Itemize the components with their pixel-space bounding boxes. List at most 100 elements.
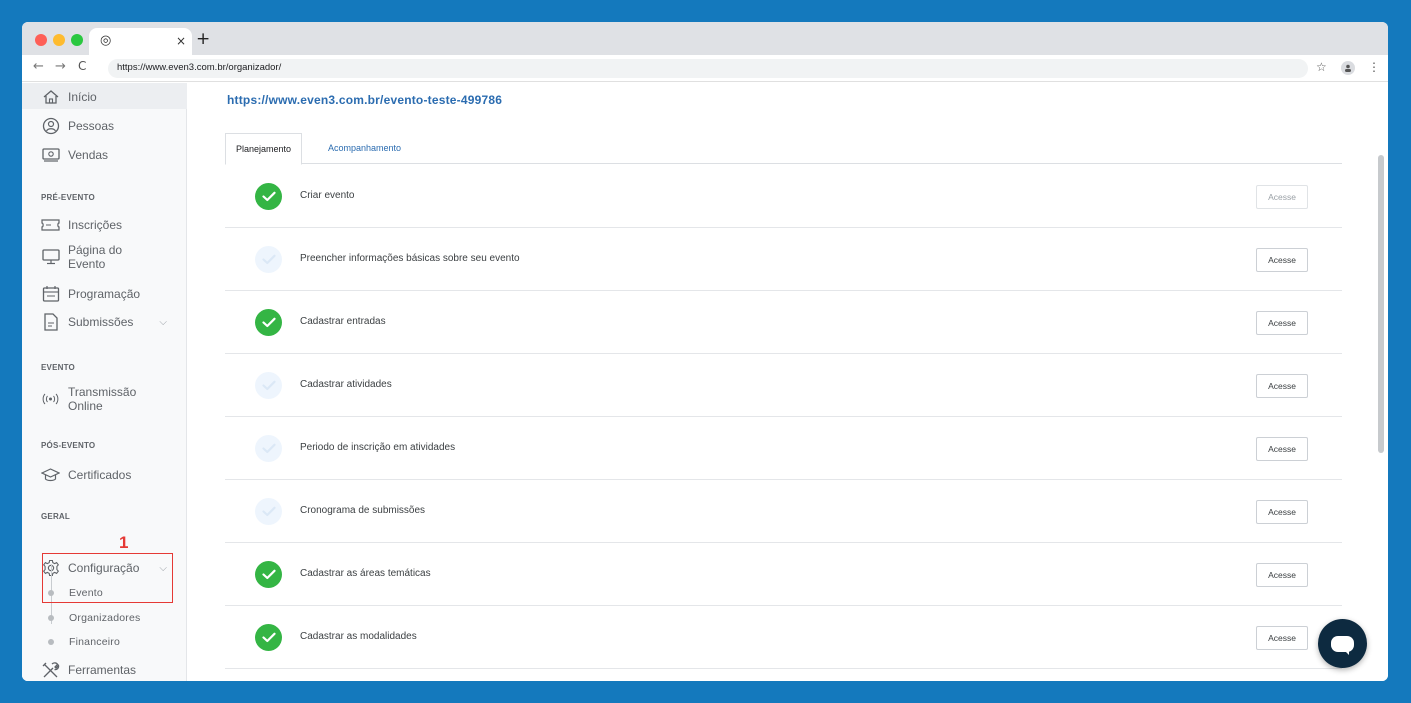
check-icon xyxy=(255,309,282,336)
task-label: Cadastrar as modalidades xyxy=(300,631,417,642)
browser-toolbar: ← → C https://www.even3.com.br/organizad… xyxy=(22,55,1388,82)
task-label: Cadastrar as áreas temáticas xyxy=(300,568,431,579)
task-row: Preencher informações básicas sobre seu … xyxy=(225,228,1342,291)
favicon-icon: ◎ xyxy=(100,33,112,48)
acesse-button[interactable]: Acesse xyxy=(1256,626,1308,650)
sidebar-item-label: Ferramentas xyxy=(68,663,137,677)
sidebar-item-inscricoes[interactable]: Inscrições xyxy=(22,213,187,237)
sidebar-item-transmissao-online[interactable]: Transmissão Online xyxy=(22,383,187,415)
task-row: Cronograma de submissões Acesse xyxy=(225,480,1342,543)
task-label: Cadastrar atividades xyxy=(300,379,392,390)
task-row: Cadastrar as áreas temáticas Acesse xyxy=(225,543,1342,606)
bullet-icon xyxy=(48,639,54,645)
acesse-button[interactable]: Acesse xyxy=(1256,437,1308,461)
section-pos-evento: PÓS-EVENTO xyxy=(41,441,96,450)
sidebar-item-certificados[interactable]: Certificados xyxy=(22,463,187,487)
sidebar-item-label: Página do Evento xyxy=(68,243,123,271)
check-icon xyxy=(255,246,282,273)
sidebar-item-label: Início xyxy=(68,90,97,104)
task-row: Criar evento Acesse xyxy=(225,165,1342,228)
monitor-icon xyxy=(41,248,60,267)
submenu-label: Financeiro xyxy=(69,636,121,648)
submenu-item-organizadores[interactable]: Organizadores xyxy=(48,612,140,624)
chat-icon xyxy=(1331,635,1354,655)
address-bar[interactable]: https://www.even3.com.br/organizador/ xyxy=(108,59,1308,78)
sidebar-item-pagina-do-evento[interactable]: Página do Evento xyxy=(22,241,187,273)
task-label: Cadastrar entradas xyxy=(300,316,386,327)
tab-bar: Planejamento Acompanhamento xyxy=(225,133,1342,165)
check-icon xyxy=(255,624,282,651)
task-label: Cronograma de submissões xyxy=(300,505,426,516)
check-icon xyxy=(255,435,282,462)
close-window-button[interactable] xyxy=(35,34,47,46)
browser-menu-icon[interactable]: ⋮ xyxy=(1368,60,1380,74)
sidebar-item-label: Programação xyxy=(68,287,141,301)
browser-window: ◎ × + ← → C https://www.even3.com.br/org… xyxy=(22,22,1388,681)
bookmark-star-icon[interactable]: ☆ xyxy=(1316,60,1327,74)
acesse-button[interactable]: Acesse xyxy=(1256,311,1308,335)
sidebar-item-label: Transmissão Online xyxy=(68,385,137,413)
url-text: https://www.even3.com.br/organizador/ xyxy=(117,62,282,73)
minimize-window-button[interactable] xyxy=(53,34,65,46)
person-icon xyxy=(41,117,60,136)
task-row: Cadastrar as modalidades Acesse xyxy=(225,606,1342,669)
ticket-icon xyxy=(41,216,60,235)
submenu-item-financeiro[interactable]: Financeiro xyxy=(48,636,120,648)
sidebar-item-pessoas[interactable]: Pessoas xyxy=(22,114,187,138)
graduation-cap-icon xyxy=(41,466,60,485)
tab-close-icon[interactable]: × xyxy=(176,34,186,48)
forward-icon[interactable]: → xyxy=(55,59,66,74)
maximize-window-button[interactable] xyxy=(71,34,83,46)
scrollbar-thumb[interactable] xyxy=(1378,155,1384,453)
reload-icon[interactable]: C xyxy=(78,59,86,73)
task-row: Cadastrar entradas Acesse xyxy=(225,291,1342,354)
document-icon xyxy=(41,313,60,332)
submenu-label: Organizadores xyxy=(69,612,141,624)
browser-tab[interactable]: ◎ × xyxy=(89,28,192,55)
sidebar-item-label: Certificados xyxy=(68,468,132,482)
check-icon xyxy=(255,498,282,525)
acesse-button[interactable]: Acesse xyxy=(1256,563,1308,587)
acesse-button[interactable]: Acesse xyxy=(1256,185,1308,209)
section-pre-evento: PRÉ-EVENTO xyxy=(41,193,95,202)
new-tab-button[interactable]: + xyxy=(196,29,210,49)
sidebar-item-label: Submissões xyxy=(68,315,134,329)
tab-acompanhamento[interactable]: Acompanhamento xyxy=(318,133,411,164)
sidebar-item-label: Pessoas xyxy=(68,119,115,133)
sidebar-item-label: Inscrições xyxy=(68,218,123,232)
sidebar-item-submissoes[interactable]: Submissões ⌵ xyxy=(22,310,187,334)
sidebar-item-programacao[interactable]: Programação xyxy=(22,282,187,306)
sidebar-item-inicio[interactable]: Início xyxy=(22,85,187,109)
chevron-down-icon[interactable]: ⌵ xyxy=(159,317,167,328)
sidebar-item-vendas[interactable]: Vendas xyxy=(22,143,187,167)
back-icon[interactable]: ← xyxy=(33,59,44,74)
check-icon xyxy=(255,561,282,588)
sidebar-item-label: Vendas xyxy=(68,148,109,162)
bullet-icon xyxy=(48,615,54,621)
section-evento: EVENTO xyxy=(41,363,75,372)
acesse-button[interactable]: Acesse xyxy=(1256,500,1308,524)
event-url-link[interactable]: https://www.even3.com.br/evento-teste-49… xyxy=(227,93,502,107)
annotation-highlight-box xyxy=(42,553,173,603)
acesse-button[interactable]: Acesse xyxy=(1256,374,1308,398)
acesse-button[interactable]: Acesse xyxy=(1256,248,1308,272)
task-label: Criar evento xyxy=(300,190,355,201)
profile-avatar[interactable] xyxy=(1341,61,1355,75)
check-icon xyxy=(255,372,282,399)
task-row: Cadastrar atividades Acesse xyxy=(225,354,1342,417)
tab-planejamento[interactable]: Planejamento xyxy=(225,133,303,165)
section-geral: GERAL xyxy=(41,512,70,521)
page-content: Início Pessoas Vendas PRÉ-EVENTO Inscriç… xyxy=(22,83,1388,681)
broadcast-icon xyxy=(41,390,60,409)
task-row: Periodo de inscrição em atividades Acesse xyxy=(225,417,1342,480)
sidebar: Início Pessoas Vendas PRÉ-EVENTO Inscriç… xyxy=(22,83,187,681)
chat-button[interactable] xyxy=(1318,619,1367,668)
task-label: Periodo de inscrição em atividades xyxy=(300,442,456,453)
sidebar-item-ferramentas[interactable]: Ferramentas xyxy=(22,658,187,681)
check-icon xyxy=(255,183,282,210)
annotation-step-number: 1 xyxy=(119,533,129,552)
calendar-icon xyxy=(41,285,60,304)
tools-icon xyxy=(41,661,60,680)
tab-strip: ◎ × + xyxy=(22,22,1388,55)
money-icon xyxy=(41,146,60,165)
